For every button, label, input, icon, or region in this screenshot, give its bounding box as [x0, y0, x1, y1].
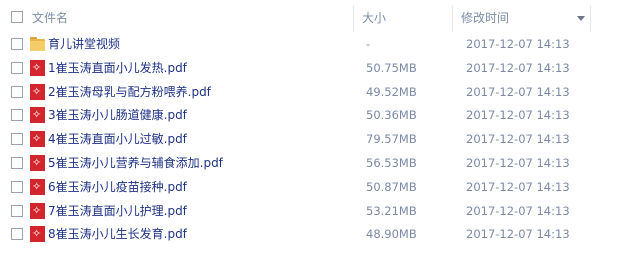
file-name[interactable]: 8崔玉涛小儿生长发育.pdf	[48, 223, 187, 246]
pdf-icon: ✧	[30, 226, 45, 243]
file-modified-time: 2017-12-07 14:13	[466, 37, 570, 51]
row-checkbox[interactable]	[11, 109, 23, 122]
file-modified-time: 2017-12-07 14:13	[466, 84, 570, 99]
file-name[interactable]: 4崔玉涛直面小儿过敏.pdf	[48, 128, 187, 151]
file-row[interactable]: ✧ 2崔玉涛母乳与配方粉喂养.pdf 49.52MB 2017-12-07 14:13	[0, 81, 634, 104]
file-modified-time: 2017-12-07 14:13	[466, 227, 570, 242]
file-modified-time: 2017-12-07 14:13	[466, 203, 570, 218]
select-all-checkbox[interactable]	[11, 11, 23, 23]
file-size: 50.36MB	[366, 108, 417, 123]
file-name[interactable]: 5崔玉涛小儿营养与辅食添加.pdf	[48, 152, 223, 175]
pdf-icon: ✧	[30, 131, 45, 148]
column-header-size[interactable]: 大小	[362, 0, 450, 36]
column-header-name[interactable]: 文件名	[32, 0, 352, 36]
file-size: 79.57MB	[366, 132, 417, 147]
row-checkbox[interactable]	[11, 133, 23, 146]
pdf-icon: ✧	[30, 202, 45, 219]
file-size: 56.53MB	[366, 156, 417, 170]
file-list-header: 文件名 大小 修改时间	[0, 0, 634, 36]
folder-icon	[30, 36, 45, 52]
file-row[interactable]: ✧ 8崔玉涛小儿生长发育.pdf 48.90MB 2017-12-07 14:13	[0, 223, 634, 246]
row-checkbox[interactable]	[11, 85, 23, 98]
row-checkbox[interactable]	[11, 157, 23, 169]
pdf-icon: ✧	[30, 178, 45, 195]
file-size: 53.21MB	[366, 203, 417, 218]
column-header-modified[interactable]: 修改时间	[461, 0, 591, 36]
file-row[interactable]: ✧ 6崔玉涛小儿疫苗接种.pdf 50.87MB 2017-12-07 14:13	[0, 176, 634, 199]
file-name[interactable]: 6崔玉涛小儿疫苗接种.pdf	[48, 176, 187, 199]
column-divider[interactable]	[452, 6, 453, 32]
file-name[interactable]: 3崔玉涛小儿肠道健康.pdf	[48, 104, 187, 127]
file-modified-time: 2017-12-07 14:13	[466, 132, 570, 147]
file-modified-time: 2017-12-07 14:13	[466, 179, 570, 194]
file-row[interactable]: ✧ 3崔玉涛小儿肠道健康.pdf 50.36MB 2017-12-07 14:13	[0, 104, 634, 127]
column-divider[interactable]	[590, 6, 591, 32]
file-row[interactable]: ✧ 7崔玉涛直面小儿护理.pdf 53.21MB 2017-12-07 14:13	[0, 200, 634, 223]
row-checkbox[interactable]	[11, 180, 23, 193]
file-size: 50.75MB	[366, 60, 417, 75]
file-size: 48.90MB	[366, 227, 417, 242]
file-size: -	[366, 37, 371, 51]
file-modified-time: 2017-12-07 14:13	[466, 108, 570, 123]
file-row[interactable]: ✧ 1崔玉涛直面小儿发热.pdf 50.75MB 2017-12-07 14:13	[0, 57, 634, 80]
row-checkbox[interactable]	[11, 61, 23, 74]
file-name[interactable]: 1崔玉涛直面小儿发热.pdf	[48, 57, 187, 80]
file-name[interactable]: 育儿讲堂视频	[48, 33, 120, 56]
sort-down-icon[interactable]	[577, 16, 585, 21]
file-row[interactable]: ✧ 4崔玉涛直面小儿过敏.pdf 79.57MB 2017-12-07 14:13	[0, 128, 634, 151]
file-size: 49.52MB	[366, 84, 417, 99]
column-divider[interactable]	[353, 6, 354, 32]
row-checkbox[interactable]	[11, 228, 23, 241]
pdf-icon: ✧	[30, 107, 45, 124]
row-checkbox[interactable]	[11, 204, 23, 217]
pdf-icon: ✧	[30, 59, 45, 76]
file-modified-time: 2017-12-07 14:13	[466, 60, 570, 75]
pdf-icon: ✧	[30, 83, 45, 100]
row-checkbox[interactable]	[11, 38, 23, 50]
file-modified-time: 2017-12-07 14:13	[466, 156, 570, 170]
file-name[interactable]: 2崔玉涛母乳与配方粉喂养.pdf	[48, 81, 211, 104]
file-size: 50.87MB	[366, 179, 417, 194]
pdf-icon: ✧	[30, 155, 45, 171]
file-name[interactable]: 7崔玉涛直面小儿护理.pdf	[48, 200, 187, 223]
folder-row[interactable]: 育儿讲堂视频 - 2017-12-07 14:13	[0, 33, 634, 56]
file-row[interactable]: ✧ 5崔玉涛小儿营养与辅食添加.pdf 56.53MB 2017-12-07 14:1…	[0, 152, 634, 175]
